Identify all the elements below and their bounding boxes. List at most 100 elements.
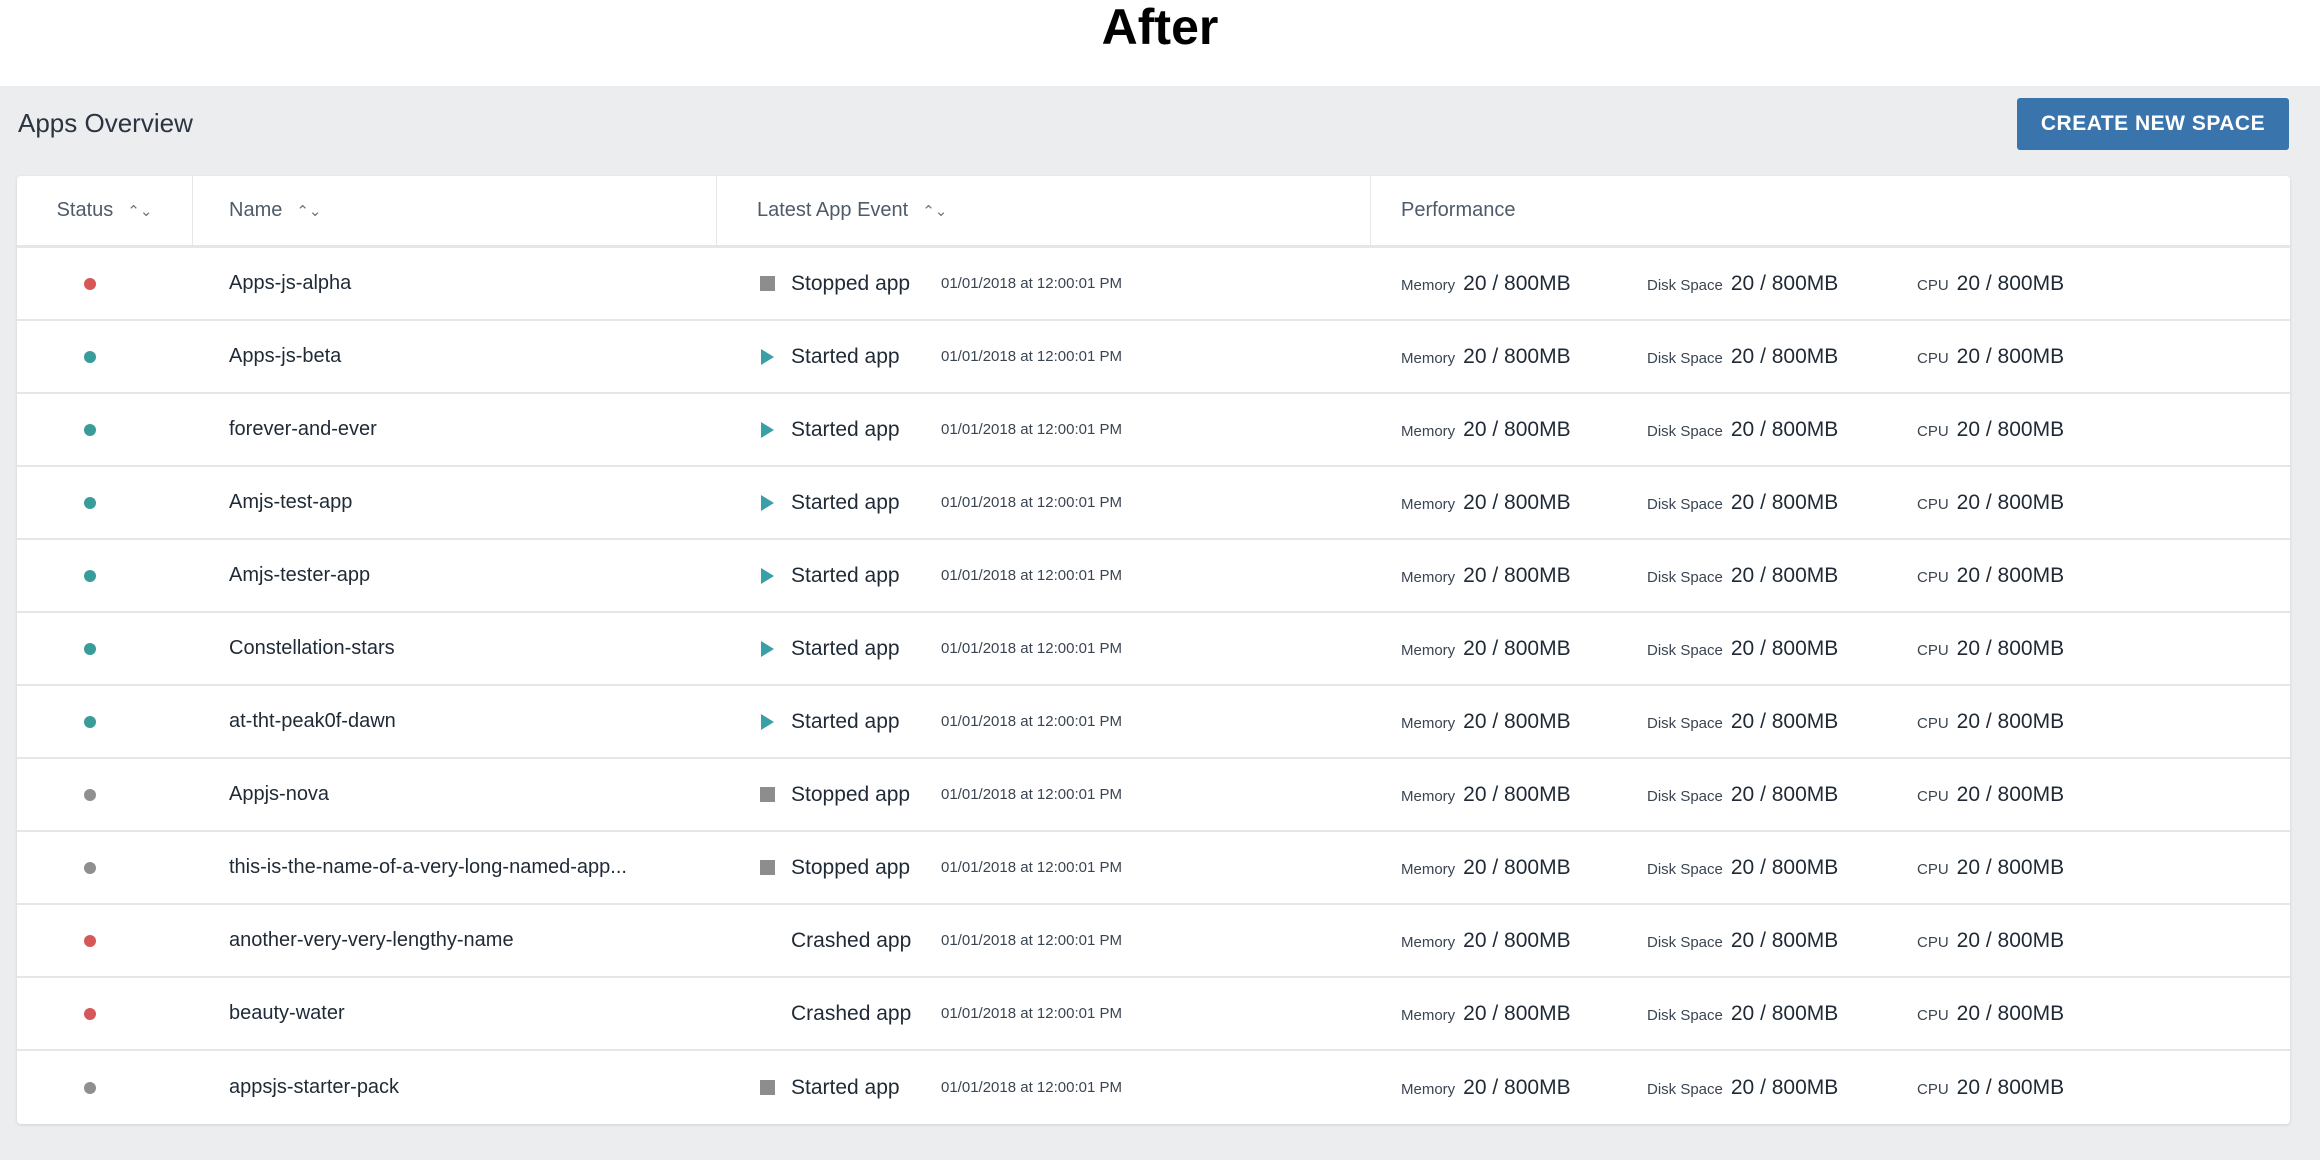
table-row[interactable]: forever-and-ever Started app 01/01/2018 … [17,394,2290,467]
cpu-metric: CPU 20 / 800MB [1917,564,2064,588]
table-body: Apps-js-alpha Stopped app 01/01/2018 at … [17,248,2290,1124]
disk-metric: Disk Space 20 / 800MB [1647,710,1917,734]
page-heading: After [1101,0,1219,55]
column-label-latest-event: Latest App Event [757,199,909,221]
status-dot-icon [84,861,96,874]
status-cell [17,759,193,830]
status-dot-icon [84,715,96,728]
event-label: Stopped app [791,782,911,806]
create-new-space-button[interactable]: CREATE NEW SPACE [2017,98,2289,150]
disk-metric: Disk Space 20 / 800MB [1647,345,1917,369]
app-name[interactable]: Appjs-nova [193,759,717,830]
disk-value: 20 / 800MB [1730,636,1839,660]
sort-icon[interactable]: ⌃⌄ [127,202,152,220]
disk-metric: Disk Space 20 / 800MB [1647,418,1917,442]
memory-metric: Memory 20 / 800MB [1401,856,1647,880]
app-name[interactable]: forever-and-ever [193,394,717,465]
cpu-label: CPU [1917,422,1949,440]
cpu-metric: CPU 20 / 800MB [1917,1076,2064,1100]
table-row[interactable]: Amjs-test-app Started app 01/01/2018 at … [17,467,2290,540]
performance-cell: Memory 20 / 800MB Disk Space 20 / 800MB … [1371,467,2290,538]
table-header: Status ⌃⌄ Name ⌃⌄ Latest App Event ⌃⌄ Pe… [17,176,2290,248]
memory-value: 20 / 800MB [1463,271,1571,295]
cpu-value: 20 / 800MB [1956,855,2065,879]
app-name[interactable]: beauty-water [193,978,717,1049]
panel-title: Apps Overview [18,108,193,138]
status-cell [17,321,193,392]
memory-label: Memory [1401,860,1456,878]
event-label: Started app [791,417,900,441]
apps-overview-panel: Apps Overview CREATE NEW SPACE Status ⌃⌄… [0,86,2320,1160]
table-row[interactable]: appsjs-starter-pack Started app 01/01/20… [17,1051,2290,1124]
latest-event-cell: Stopped app 01/01/2018 at 12:00:01 PM [717,832,1371,903]
table-row[interactable]: Apps-js-beta Started app 01/01/2018 at 1… [17,321,2290,394]
latest-event-cell: Crashed app 01/01/2018 at 12:00:01 PM [717,978,1371,1049]
play-icon [757,421,777,438]
play-icon [757,567,777,584]
event-time: 01/01/2018 at 12:00:01 PM [941,567,1122,584]
table-row[interactable]: another-very-very-lengthy-name Crashed a… [17,905,2290,978]
event-time: 01/01/2018 at 12:00:01 PM [941,1079,1122,1096]
app-name[interactable]: Apps-js-beta [193,321,717,392]
event-time: 01/01/2018 at 12:00:01 PM [941,713,1122,730]
disk-metric: Disk Space 20 / 800MB [1647,637,1917,661]
table-row[interactable]: Amjs-tester-app Started app 01/01/2018 a… [17,540,2290,613]
event-label: Stopped app [791,855,911,879]
cpu-label: CPU [1917,933,1949,951]
status-dot-icon [84,350,96,363]
memory-value: 20 / 800MB [1463,1001,1571,1025]
performance-cell: Memory 20 / 800MB Disk Space 20 / 800MB … [1371,613,2290,684]
table-row[interactable]: this-is-the-name-of-a-very-long-named-ap… [17,832,2290,905]
cpu-label: CPU [1917,641,1949,659]
status-dot-icon [84,496,96,509]
app-name[interactable]: Amjs-test-app [193,467,717,538]
memory-label: Memory [1401,276,1456,294]
app-name-text: beauty-water [229,1002,345,1024]
latest-event-cell: Stopped app 01/01/2018 at 12:00:01 PM [717,759,1371,830]
app-name[interactable]: this-is-the-name-of-a-very-long-named-ap… [193,832,717,903]
disk-value: 20 / 800MB [1730,1075,1839,1099]
cpu-label: CPU [1917,276,1949,294]
cpu-value: 20 / 800MB [1956,709,2065,733]
app-name[interactable]: another-very-very-lengthy-name [193,905,717,976]
disk-label: Disk Space [1647,860,1723,878]
memory-metric: Memory 20 / 800MB [1401,418,1647,442]
table-row[interactable]: Apps-js-alpha Stopped app 01/01/2018 at … [17,248,2290,321]
memory-metric: Memory 20 / 800MB [1401,491,1647,515]
latest-event-cell: Started app 01/01/2018 at 12:00:01 PM [717,1051,1371,1124]
app-name[interactable]: Constellation-stars [193,613,717,684]
performance-cell: Memory 20 / 800MB Disk Space 20 / 800MB … [1371,248,2290,319]
event-time: 01/01/2018 at 12:00:01 PM [941,1005,1122,1022]
app-name-text: Apps-js-beta [229,345,342,367]
column-header-status[interactable]: Status ⌃⌄ [17,176,193,245]
latest-event-cell: Started app 01/01/2018 at 12:00:01 PM [717,613,1371,684]
column-header-name[interactable]: Name ⌃⌄ [193,176,717,245]
memory-value: 20 / 800MB [1463,490,1571,514]
app-name[interactable]: at-tht-peak0f-dawn [193,686,717,757]
cpu-value: 20 / 800MB [1956,271,2065,295]
memory-label: Memory [1401,641,1456,659]
table-row[interactable]: Appjs-nova Stopped app 01/01/2018 at 12:… [17,759,2290,832]
status-cell [17,905,193,976]
cpu-metric: CPU 20 / 800MB [1917,637,2064,661]
disk-value: 20 / 800MB [1730,709,1839,733]
sort-icon[interactable]: ⌃⌄ [922,202,947,220]
disk-metric: Disk Space 20 / 800MB [1647,929,1917,953]
column-label-name: Name [229,199,283,221]
table-row[interactable]: at-tht-peak0f-dawn Started app 01/01/201… [17,686,2290,759]
app-name[interactable]: Amjs-tester-app [193,540,717,611]
sort-icon[interactable]: ⌃⌄ [296,202,321,220]
event-time: 01/01/2018 at 12:00:01 PM [941,348,1122,365]
app-name[interactable]: Apps-js-alpha [193,248,717,319]
memory-value: 20 / 800MB [1463,709,1571,733]
cpu-label: CPU [1917,495,1949,513]
apps-table: Status ⌃⌄ Name ⌃⌄ Latest App Event ⌃⌄ Pe… [17,176,2290,1124]
app-name-text: another-very-very-lengthy-name [229,929,514,951]
table-row[interactable]: beauty-water Crashed app 01/01/2018 at 1… [17,978,2290,1051]
memory-value: 20 / 800MB [1463,636,1571,660]
table-row[interactable]: Constellation-stars Started app 01/01/20… [17,613,2290,686]
app-name[interactable]: appsjs-starter-pack [193,1051,717,1124]
play-icon [757,713,777,730]
memory-label: Memory [1401,349,1456,367]
column-header-latest-event[interactable]: Latest App Event ⌃⌄ [717,176,1371,245]
